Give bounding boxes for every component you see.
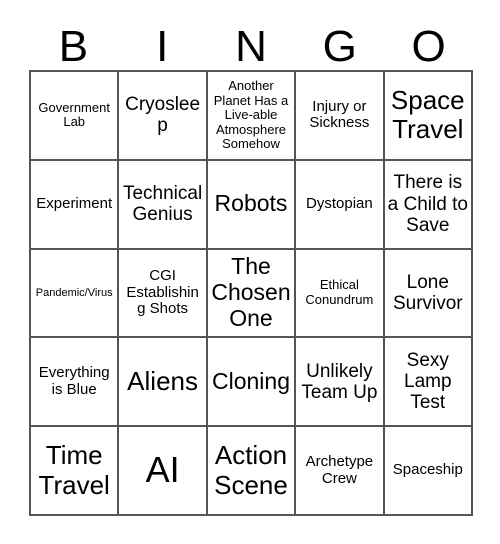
- bingo-cell-r2c2[interactable]: Technical Genius: [119, 160, 208, 250]
- bingo-cell-r2c5[interactable]: There is a Child to Save: [384, 160, 473, 250]
- bingo-header-letter-o: O: [411, 22, 446, 71]
- bingo-cell-r1c5[interactable]: Space Travel: [384, 72, 473, 161]
- bingo-cell-label: Sexy Lamp Test: [404, 349, 452, 414]
- bingo-cell-label: Everything is Blue: [38, 363, 110, 398]
- bingo-cell-label: AI: [145, 449, 180, 491]
- bingo-cell-label: Another Planet Has a Live-able Atmospher…: [213, 78, 289, 152]
- bingo-cell-r4c2[interactable]: Aliens: [119, 338, 208, 428]
- bingo-cell-label: Government Lab: [38, 99, 110, 130]
- bingo-cell-r4c3[interactable]: Cloning: [207, 338, 297, 428]
- bingo-cell-label: Space Travel: [390, 85, 465, 145]
- bingo-cell-label: CGI Establishing Shots: [126, 266, 199, 318]
- bingo-cell-r3c3[interactable]: The Chosen One: [207, 249, 297, 339]
- bingo-cell-label: Robots: [214, 190, 288, 217]
- bingo-cell-r1c4[interactable]: Injury or Sickness: [296, 72, 385, 161]
- bingo-cell-label: Cloning: [211, 367, 290, 394]
- bingo-grid: Government Lab Cryosleep Another Planet Ha…: [29, 70, 473, 516]
- bingo-cell-r4c5[interactable]: Sexy Lamp Test: [384, 338, 473, 428]
- bingo-cell-label: Technical Genius: [122, 182, 203, 226]
- bingo-cell-label: Spaceship: [392, 461, 463, 479]
- bingo-cell-label: Aliens: [127, 366, 198, 397]
- bingo-cell-label: There is a Child to Save: [387, 172, 468, 236]
- bingo-cell-r5c4[interactable]: Archetype Crew: [296, 427, 385, 516]
- bingo-cell-r4c4[interactable]: Unlikely Team Up: [296, 338, 385, 428]
- bingo-cell-r4c1[interactable]: Everything is Blue: [31, 338, 120, 428]
- bingo-cell-label: Injury or Sickness: [309, 97, 370, 132]
- bingo-cell-r3c5[interactable]: Lone Survivor: [384, 249, 473, 339]
- bingo-cell-label: Unlikely Team Up: [301, 360, 378, 403]
- bingo-cell-r2c1[interactable]: Experiment: [31, 160, 120, 250]
- bingo-cell-r1c1[interactable]: Government Lab: [31, 72, 120, 161]
- bingo-cell-label: Experiment: [36, 194, 113, 212]
- bingo-header-letter-b: B: [58, 22, 89, 71]
- bingo-cell-label: Time Travel: [38, 440, 110, 500]
- bingo-cell-label: Ethical Conundrum: [305, 277, 374, 307]
- bingo-cell-r2c4[interactable]: Dystopian: [296, 160, 385, 250]
- bingo-header-letter-g: G: [322, 22, 357, 71]
- bingo-cell-r5c1[interactable]: Time Travel: [31, 427, 120, 516]
- bingo-cell-label: The Chosen One: [211, 253, 291, 331]
- bingo-cell-r3c1[interactable]: Pandemic/Virus: [31, 249, 120, 339]
- bingo-cell-r5c5[interactable]: Spaceship: [384, 427, 473, 516]
- bingo-header-letter-n: N: [235, 22, 267, 71]
- bingo-cell-r5c3[interactable]: Action Scene: [207, 427, 297, 516]
- bingo-header-row: B I N G O: [29, 14, 473, 70]
- bingo-cell-r1c3[interactable]: Another Planet Has a Live-able Atmospher…: [207, 72, 297, 161]
- bingo-cell-r1c2[interactable]: Cryosleep: [119, 72, 208, 161]
- bingo-cell-label: Cryosleep: [125, 94, 201, 137]
- bingo-cell-label: Pandemic/Virus: [35, 286, 113, 299]
- bingo-header-letter-i: I: [156, 22, 169, 71]
- bingo-cell-label: Archetype Crew: [305, 452, 374, 487]
- bingo-cell-r5c2[interactable]: AI: [119, 427, 208, 516]
- bingo-cell-r3c2[interactable]: CGI Establishing Shots: [119, 249, 208, 339]
- bingo-cell-label: Dystopian: [306, 194, 373, 212]
- bingo-cell-label: Action Scene: [214, 440, 288, 500]
- bingo-card: B I N G O Government Lab Cryosleep Another…: [0, 0, 500, 544]
- bingo-cell-r3c4[interactable]: Ethical Conundrum: [296, 249, 385, 339]
- bingo-cell-r2c3[interactable]: Robots: [207, 160, 297, 250]
- bingo-cell-label: Lone Survivor: [392, 271, 463, 314]
